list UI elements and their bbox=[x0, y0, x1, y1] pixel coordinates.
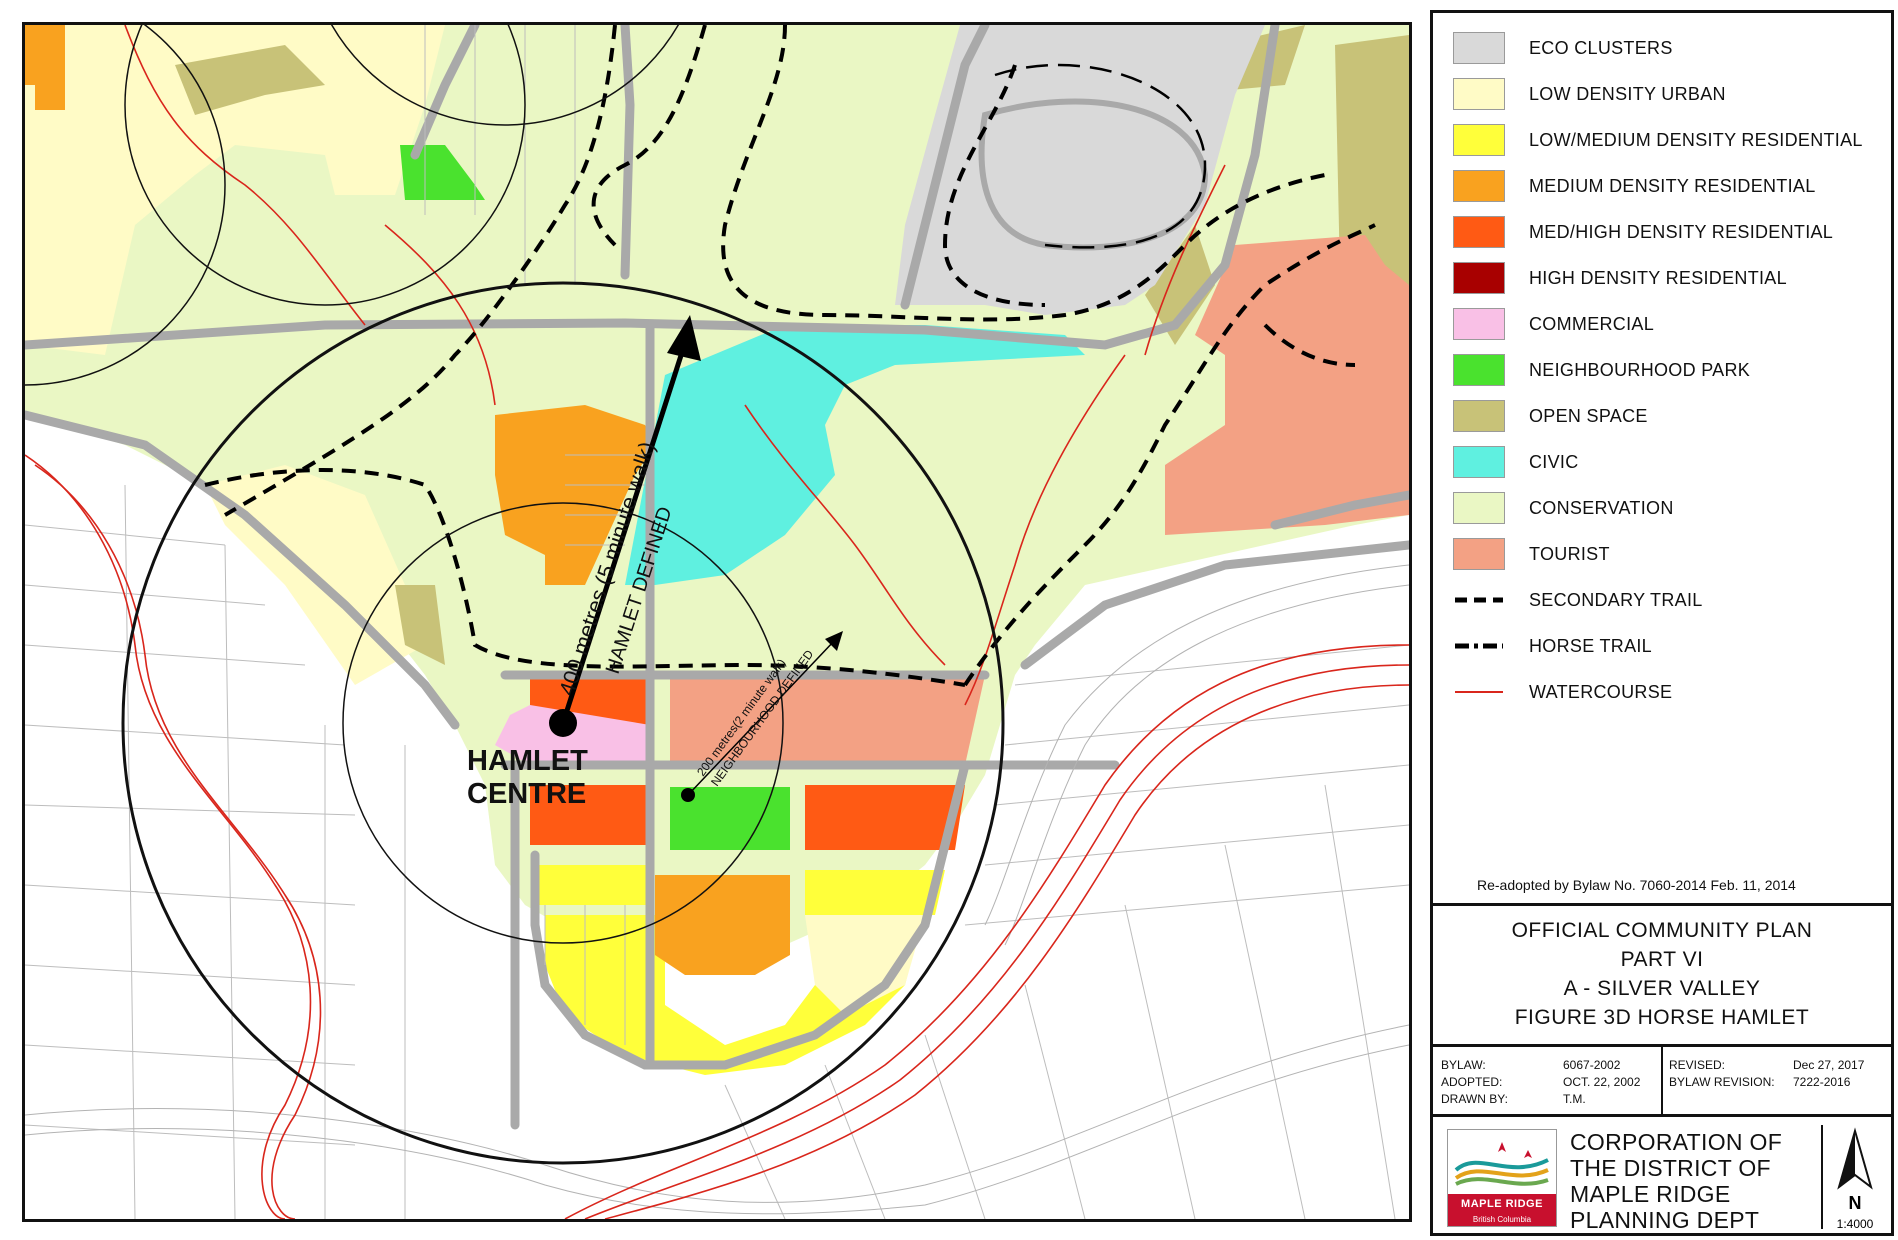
adopted-value: OCT. 22, 2002 bbox=[1563, 1075, 1641, 1089]
medium-density-hamlet bbox=[655, 875, 790, 975]
legend-swatch bbox=[1453, 216, 1505, 248]
info-divider bbox=[1661, 1047, 1663, 1114]
legend-line-swatch bbox=[1455, 597, 1503, 603]
title-block: OFFICIAL COMMUNITY PLAN PART VI A - SILV… bbox=[1433, 903, 1891, 1047]
legend-label: NEIGHBOURHOOD PARK bbox=[1529, 359, 1751, 380]
page-frame: 400 metres (5 minute walk) HAMLET DEFINE… bbox=[0, 0, 1898, 1240]
legend-label: MED/HIGH DENSITY RESIDENTIAL bbox=[1529, 221, 1834, 242]
med-high-density-3 bbox=[805, 785, 965, 850]
legend-item: MED/HIGH DENSITY RESIDENTIAL bbox=[1453, 209, 1883, 255]
legend-swatch bbox=[1453, 262, 1505, 294]
legend-item: CIVIC bbox=[1453, 439, 1883, 485]
legend-line-swatch bbox=[1455, 691, 1503, 693]
legend-item: HIGH DENSITY RESIDENTIAL bbox=[1453, 255, 1883, 301]
legend-label: CIVIC bbox=[1529, 451, 1579, 472]
title-line-3: A - SILVER VALLEY bbox=[1563, 977, 1761, 1000]
legend-swatch bbox=[1453, 308, 1505, 340]
legend-swatch bbox=[1453, 32, 1505, 64]
road-north-2 bbox=[620, 25, 635, 280]
legend-label: CONSERVATION bbox=[1529, 497, 1674, 518]
adopted-label: ADOPTED: bbox=[1441, 1075, 1503, 1089]
legend-item: COMMERCIAL bbox=[1453, 301, 1883, 347]
info-values-right: Dec 27, 2017 7222-2016 bbox=[1793, 1057, 1864, 1091]
legend-panel: ECO CLUSTERS LOW DENSITY URBAN LOW/MEDIUM … bbox=[1430, 10, 1894, 1236]
corp-line-1: CORPORATION OF bbox=[1570, 1129, 1783, 1155]
bylaw-revision-value: 7222-2016 bbox=[1793, 1075, 1851, 1089]
legend-swatch bbox=[1453, 170, 1505, 202]
hamlet-centre-dot bbox=[549, 709, 577, 737]
revised-value: Dec 27, 2017 bbox=[1793, 1058, 1865, 1072]
title-line-1: OFFICIAL COMMUNITY PLAN bbox=[1511, 919, 1813, 942]
legend-label: SECONDARY TRAIL bbox=[1529, 589, 1703, 610]
corporation-name: CORPORATION OF THE DISTRICT OF MAPLE RID… bbox=[1570, 1129, 1782, 1233]
legend-label: TOURIST bbox=[1529, 543, 1610, 564]
legend-swatch bbox=[1453, 124, 1505, 156]
corp-line-2: THE DISTRICT OF bbox=[1570, 1155, 1771, 1181]
legend-item: TOURIST bbox=[1453, 531, 1883, 577]
legend-label: HIGH DENSITY RESIDENTIAL bbox=[1529, 267, 1787, 288]
corp-line-3: MAPLE RIDGE bbox=[1570, 1181, 1731, 1207]
maple-ridge-logo: MAPLE RIDGE British Columbia bbox=[1447, 1129, 1557, 1227]
info-values-left: 6067-2002 OCT. 22, 2002 T.M. bbox=[1563, 1057, 1640, 1108]
info-labels-left: BYLAW: ADOPTED: DRAWN BY: bbox=[1441, 1057, 1508, 1108]
legend-label: LOW/MEDIUM DENSITY RESIDENTIAL bbox=[1529, 129, 1863, 150]
map-canvas: 400 metres (5 minute walk) HAMLET DEFINE… bbox=[22, 22, 1412, 1222]
logo-text: MAPLE RIDGE bbox=[1448, 1194, 1556, 1214]
north-arrow-icon bbox=[1837, 1127, 1873, 1190]
drawn-value: T.M. bbox=[1563, 1092, 1586, 1106]
info-labels-right: REVISED: BYLAW REVISION: bbox=[1669, 1057, 1775, 1091]
title-line-2: PART VI bbox=[1620, 948, 1704, 971]
legend-swatch bbox=[1453, 354, 1505, 386]
neighbourhood-centre-dot bbox=[681, 788, 695, 802]
legend-swatch bbox=[1453, 78, 1505, 110]
legend-item: LOW/MEDIUM DENSITY RESIDENTIAL bbox=[1453, 117, 1883, 163]
hamlet-line1: HAMLET bbox=[467, 745, 588, 777]
low-medium-density-1 bbox=[535, 865, 650, 905]
legend-label: COMMERCIAL bbox=[1529, 313, 1655, 334]
north-label: N bbox=[1848, 1193, 1862, 1213]
logo-graphic bbox=[1454, 1142, 1549, 1186]
legend-item: SECONDARY TRAIL bbox=[1453, 577, 1883, 623]
legend-item: LOW DENSITY URBAN bbox=[1453, 71, 1883, 117]
bylaw-label: BYLAW: bbox=[1441, 1058, 1486, 1072]
watercourse-west bbox=[25, 454, 312, 1219]
legend: ECO CLUSTERS LOW DENSITY URBAN LOW/MEDIUM … bbox=[1453, 25, 1883, 715]
legend-swatch bbox=[1453, 400, 1505, 432]
corp-line-4: PLANNING DEPT bbox=[1570, 1207, 1760, 1233]
drawn-label: DRAWN BY: bbox=[1441, 1092, 1508, 1106]
legend-item: HORSE TRAIL bbox=[1453, 623, 1883, 669]
legend-swatch bbox=[1453, 492, 1505, 524]
readoption-note: Re-adopted by Bylaw No. 7060-2014 Feb. 1… bbox=[1477, 877, 1796, 893]
legend-item: MEDIUM DENSITY RESIDENTIAL bbox=[1453, 163, 1883, 209]
legend-swatch bbox=[1453, 538, 1505, 570]
logo-subtext: British Columbia bbox=[1448, 1214, 1556, 1226]
legend-item: OPEN SPACE bbox=[1453, 393, 1883, 439]
scale-label: 1:4000 bbox=[1836, 1217, 1874, 1231]
legend-item: NEIGHBOURHOOD PARK bbox=[1453, 347, 1883, 393]
land-use-map: 400 metres (5 minute walk) HAMLET DEFINE… bbox=[25, 25, 1409, 1219]
hamlet-line2: CENTRE bbox=[467, 778, 587, 810]
bylaw-value: 6067-2002 bbox=[1563, 1058, 1621, 1072]
legend-item: WATERCOURSE bbox=[1453, 669, 1883, 715]
legend-line-swatch bbox=[1455, 643, 1503, 649]
title-line-4: FIGURE 3D HORSE HAMLET bbox=[1514, 1006, 1810, 1029]
legend-label: MEDIUM DENSITY RESIDENTIAL bbox=[1529, 175, 1816, 196]
legend-label: HORSE TRAIL bbox=[1529, 635, 1652, 656]
legend-label: LOW DENSITY URBAN bbox=[1529, 83, 1726, 104]
legend-item: CONSERVATION bbox=[1453, 485, 1883, 531]
legend-label: WATERCOURSE bbox=[1529, 681, 1673, 702]
watercourse-west-2 bbox=[34, 464, 322, 1219]
bylaw-info: BYLAW: ADOPTED: DRAWN BY: 6067-2002 OCT.… bbox=[1433, 1047, 1891, 1117]
brand-block: MAPLE RIDGE British Columbia CORPORATION… bbox=[1433, 1117, 1891, 1233]
bylaw-revision-label: BYLAW REVISION: bbox=[1669, 1075, 1775, 1089]
legend-swatch bbox=[1453, 446, 1505, 478]
revised-label: REVISED: bbox=[1669, 1058, 1726, 1072]
north-arrow-block: N 1:4000 bbox=[1821, 1125, 1887, 1231]
legend-item: ECO CLUSTERS bbox=[1453, 25, 1883, 71]
legend-label: OPEN SPACE bbox=[1529, 405, 1648, 426]
legend-label: ECO CLUSTERS bbox=[1529, 37, 1673, 58]
hamlet-centre-label: HAMLET CENTRE bbox=[467, 745, 588, 811]
